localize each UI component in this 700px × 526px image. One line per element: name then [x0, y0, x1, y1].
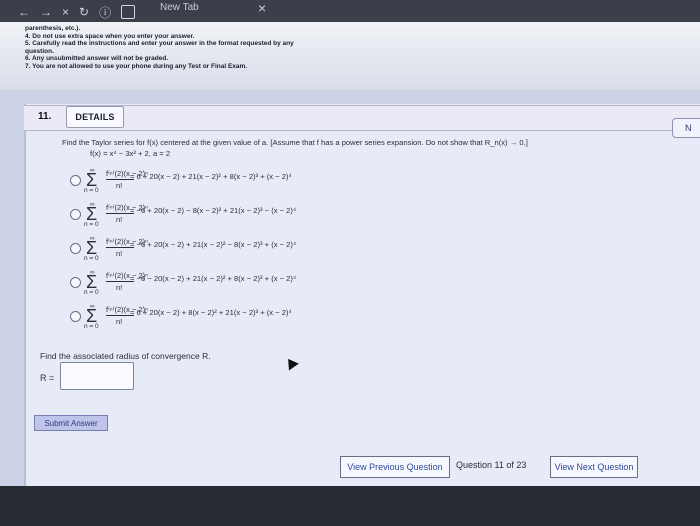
summation-symbol: ∞ Σ n = 0	[84, 235, 106, 262]
details-button[interactable]: DETAILS	[66, 106, 124, 128]
back-icon[interactable]: ←	[18, 5, 30, 19]
radius-label: R =	[40, 373, 55, 383]
forward-icon[interactable]: →	[40, 5, 52, 19]
instruction-line: 5. Carefully read the instructions and e…	[25, 40, 294, 48]
summation-symbol: ∞ Σ n = 0	[84, 303, 106, 330]
fraction-denominator: n!	[116, 181, 123, 190]
sum-lower-limit: n = 0	[84, 221, 99, 228]
sum-lower-limit: n = 0	[84, 323, 99, 330]
instructions-list: parenthesis, etc.). 4. Do not use extra …	[25, 25, 375, 71]
fraction-denominator: n!	[116, 249, 123, 258]
view-next-question-button[interactable]: View Next Question	[550, 456, 638, 478]
tab-close-icon[interactable]: ×	[258, 0, 266, 16]
instruction-line: 7. You are not allowed to use your phone…	[25, 62, 248, 70]
radio-button[interactable]	[70, 175, 81, 186]
reload-icon[interactable]: ↻	[79, 5, 89, 19]
instruction-line: parenthesis, etc.).	[25, 25, 81, 32]
answer-option[interactable]: ∞ Σ n = 0 f⁽ⁿ⁾(2)(x − 2)ⁿ n! = −6 − 20(x…	[70, 269, 670, 296]
stop-icon[interactable]: ×	[62, 5, 69, 19]
function-definition: f(x) = x⁴ − 3x² + 2, a = 2	[90, 149, 171, 158]
radius-prompt: Find the associated radius of convergenc…	[40, 351, 211, 361]
radio-button[interactable]	[70, 243, 81, 254]
radio-button[interactable]	[70, 277, 81, 288]
series-expansion: = −6 + 20(x − 2) − 8(x − 2)² + 21(x − 2)…	[130, 206, 297, 215]
radio-button[interactable]	[70, 311, 81, 322]
question-header	[24, 105, 700, 131]
series-expansion: = 6 + 20(x − 2) + 21(x − 2)² + 8(x − 2)³…	[130, 172, 292, 181]
info-icon[interactable]: ⓘ	[99, 4, 111, 21]
sum-lower-limit: n = 0	[84, 187, 99, 194]
series-expansion: = 6 + 20(x − 2) + 8(x − 2)² + 21(x − 2)³…	[130, 308, 292, 317]
question-prompt: Find the Taylor series for f(x) centered…	[62, 138, 528, 147]
instruction-line: question.	[25, 47, 54, 55]
question-position: Question 11 of 23	[456, 460, 527, 470]
fraction-denominator: n!	[116, 283, 123, 292]
series-expansion: = −6 + 20(x − 2) + 21(x − 2)² − 8(x − 2)…	[130, 240, 297, 249]
tab-title[interactable]: New Tab	[160, 2, 199, 13]
answer-option[interactable]: ∞ Σ n = 0 f⁽ⁿ⁾(2)(x − 2)ⁿ n! = 6 + 20(x …	[70, 303, 670, 330]
answer-option[interactable]: ∞ Σ n = 0 f⁽ⁿ⁾(2)(x − 2)ⁿ n! = −6 + 20(x…	[70, 201, 670, 228]
summation-symbol: ∞ Σ n = 0	[84, 201, 106, 228]
summation-symbol: ∞ Σ n = 0	[84, 269, 106, 296]
summation-symbol: ∞ Σ n = 0	[84, 167, 106, 194]
screen: ← → × ↻ ⓘ New Tab × parenthesis, etc.). …	[0, 0, 700, 526]
answer-option[interactable]: ∞ Σ n = 0 f⁽ⁿ⁾(2)(x − 2)ⁿ n! = 6 + 20(x …	[70, 167, 670, 194]
question-navigation: View Previous Question Question 11 of 23…	[330, 445, 690, 485]
view-previous-question-button[interactable]: View Previous Question	[340, 456, 450, 478]
series-expansion: = −6 − 20(x − 2) + 21(x − 2)² + 8(x − 2)…	[130, 274, 297, 283]
instruction-line: 6. Any unsubmitted answer will not be gr…	[25, 55, 169, 63]
side-panel-tab[interactable]: N	[672, 118, 700, 138]
question-number: 11.	[38, 111, 52, 122]
submit-answer-button[interactable]: Submit Answer	[34, 415, 108, 431]
screen-bezel	[0, 486, 700, 526]
sum-lower-limit: n = 0	[84, 289, 99, 296]
fraction-denominator: n!	[116, 215, 123, 224]
fraction-denominator: n!	[116, 317, 123, 326]
radio-button[interactable]	[70, 209, 81, 220]
instruction-line: 4. Do not use extra space when you enter…	[25, 32, 195, 40]
sum-lower-limit: n = 0	[84, 255, 99, 262]
bookmark-icon[interactable]	[121, 5, 136, 19]
answer-option[interactable]: ∞ Σ n = 0 f⁽ⁿ⁾(2)(x − 2)ⁿ n! = −6 + 20(x…	[70, 235, 670, 262]
browser-top-bar: ← → × ↻ ⓘ New Tab ×	[0, 0, 700, 22]
radius-input[interactable]	[60, 362, 134, 390]
browser-nav: ← → × ↻ ⓘ	[18, 4, 136, 21]
